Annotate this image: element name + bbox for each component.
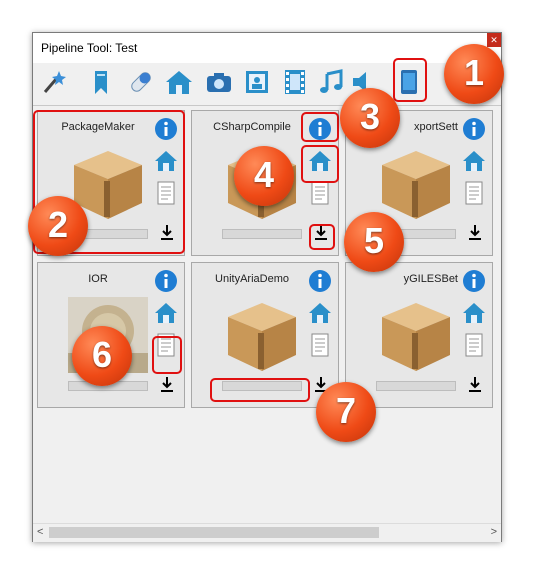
tile-name: yGILESBet — [403, 273, 458, 285]
scroll-left-icon[interactable]: < — [37, 526, 43, 538]
close-icon[interactable]: ✕ — [487, 33, 501, 47]
bookmark-icon[interactable] — [87, 68, 115, 96]
tile-name: UnityAriaDemo — [215, 273, 289, 285]
badge-6: 6 — [72, 326, 132, 386]
package-box-icon — [382, 151, 450, 219]
highlight-info-button — [301, 112, 339, 142]
log-document-icon[interactable] — [464, 333, 484, 357]
portrait-icon[interactable] — [243, 68, 271, 96]
badge-1: 1 — [444, 44, 504, 104]
highlight-log-button — [152, 336, 182, 374]
info-icon[interactable] — [462, 117, 486, 141]
home-icon[interactable] — [462, 301, 486, 325]
log-document-icon[interactable] — [310, 181, 330, 205]
pill-icon[interactable] — [127, 68, 155, 96]
highlight-download-button — [309, 224, 335, 250]
magic-wand-icon[interactable] — [39, 68, 67, 96]
badge-5: 5 — [344, 212, 404, 272]
camera-icon[interactable] — [205, 68, 233, 96]
progress-bar — [222, 229, 302, 239]
info-icon[interactable] — [154, 269, 178, 293]
film-icon[interactable] — [281, 68, 309, 96]
title-bar: Pipeline Tool: Test ✕ — [33, 33, 501, 63]
tile-name: CSharpCompile — [213, 121, 291, 133]
log-document-icon[interactable] — [464, 181, 484, 205]
package-box-icon — [382, 303, 450, 371]
badge-2: 2 — [28, 196, 88, 256]
download-icon[interactable] — [160, 376, 174, 392]
badge-4: 4 — [234, 146, 294, 206]
pipeline-tool-window: Pipeline Tool: Test ✕ PackageMaker CShar… — [32, 32, 502, 542]
info-icon[interactable] — [462, 269, 486, 293]
horizontal-scrollbar[interactable]: < > — [33, 523, 501, 542]
home-icon[interactable] — [165, 68, 193, 96]
download-icon[interactable] — [468, 376, 482, 392]
badge-3: 3 — [340, 88, 400, 148]
progress-bar — [376, 381, 456, 391]
info-icon[interactable] — [308, 269, 332, 293]
log-document-icon[interactable] — [310, 333, 330, 357]
scroll-thumb[interactable] — [49, 527, 379, 538]
window-title: Pipeline Tool: Test — [41, 41, 138, 55]
highlight-home-button — [301, 145, 339, 183]
toolbar — [33, 63, 501, 103]
home-icon[interactable] — [154, 301, 178, 325]
tile-name: IOR — [88, 273, 108, 285]
highlight-progress-bar — [210, 378, 310, 402]
download-icon[interactable] — [468, 224, 482, 240]
highlight-device-button — [393, 58, 427, 102]
tile-unitygilesbet[interactable]: yGILESBet — [345, 262, 493, 408]
badge-7: 7 — [316, 382, 376, 442]
home-icon[interactable] — [462, 149, 486, 173]
music-icon[interactable] — [317, 68, 345, 96]
scroll-right-icon[interactable]: > — [491, 526, 497, 538]
home-icon[interactable] — [308, 301, 332, 325]
package-box-icon — [228, 303, 296, 371]
